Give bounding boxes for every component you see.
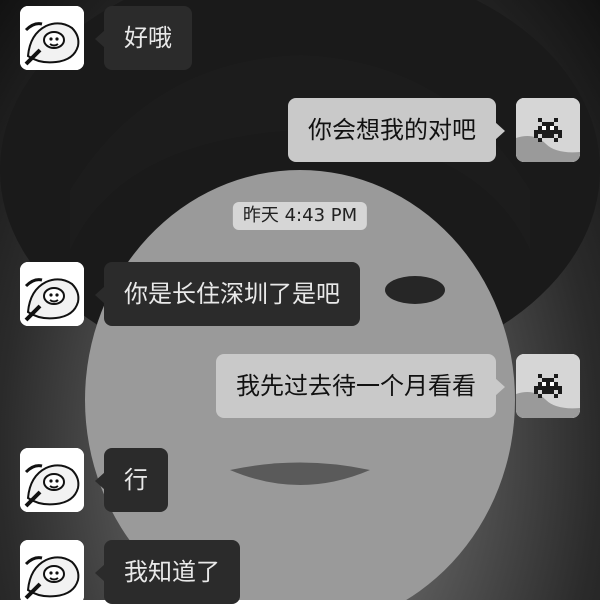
incoming-message-bubble[interactable]: 好哦 [95,6,192,70]
cartoon-character-avatar-icon[interactable] [20,448,84,512]
message-row-incoming: 我知道了 [20,540,240,604]
incoming-message-bubble[interactable]: 行 [95,448,168,512]
message-row-incoming: 行 [20,448,168,512]
incoming-message-bubble[interactable]: 你是长住深圳了是吧 [95,262,360,326]
outgoing-message-bubble[interactable]: 我先过去待一个月看看 [216,354,505,418]
message-row-outgoing: 你会想我的对吧 [288,98,580,162]
cartoon-character-avatar-icon[interactable] [20,262,84,326]
cartoon-character-avatar-icon[interactable] [20,540,84,604]
message-row-incoming: 你是长住深圳了是吧 [20,262,360,326]
message-row-outgoing: 我先过去待一个月看看 [216,354,580,418]
incoming-message-bubble[interactable]: 我知道了 [95,540,240,604]
space-invader-avatar-icon[interactable] [516,354,580,418]
space-invader-avatar-icon[interactable] [516,98,580,162]
cartoon-character-avatar-icon[interactable] [20,6,84,70]
outgoing-message-bubble[interactable]: 你会想我的对吧 [288,98,505,162]
chat-timestamp: 昨天 4:43 PM [232,202,368,230]
message-row-incoming: 好哦 [20,6,192,70]
